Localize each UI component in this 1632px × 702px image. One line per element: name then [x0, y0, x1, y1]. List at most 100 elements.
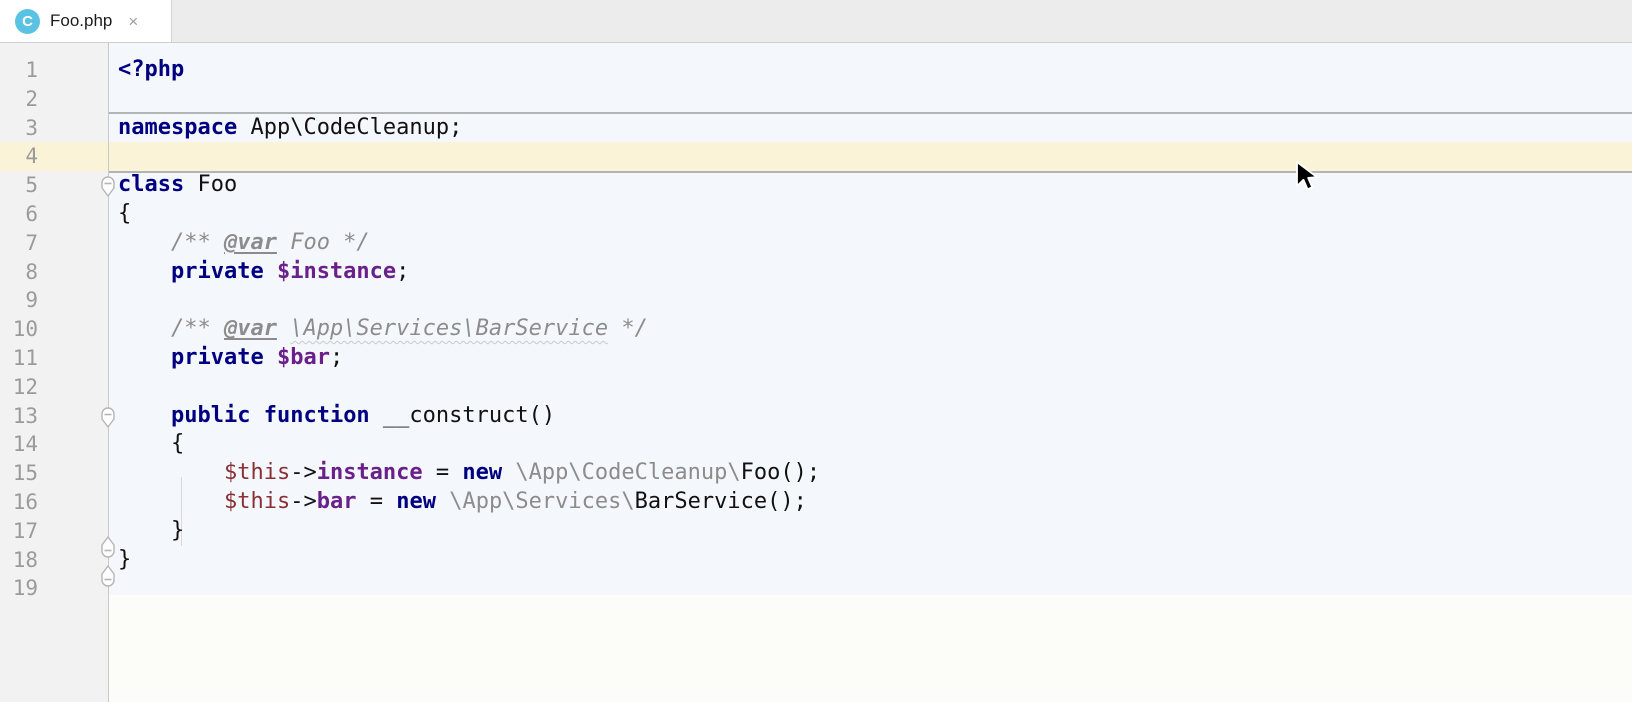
- line-number[interactable]: 7: [0, 229, 38, 258]
- code-token: [118, 259, 171, 284]
- mouse-cursor-icon: [1294, 160, 1320, 196]
- code-token: $this: [224, 489, 290, 514]
- code-token: [250, 403, 263, 428]
- code-line-13[interactable]: public function __construct(): [118, 402, 1632, 431]
- code-token: }: [118, 547, 131, 572]
- editor-tab-bar: C Foo.php ×: [0, 0, 1632, 43]
- line-number[interactable]: 19: [0, 574, 38, 603]
- code-line-5[interactable]: class Foo: [118, 171, 1632, 200]
- code-token: BarService();: [635, 489, 807, 514]
- line-number[interactable]: 12: [0, 373, 38, 402]
- code-token: <?php: [118, 57, 184, 82]
- line-number[interactable]: 2: [0, 85, 38, 114]
- line-number[interactable]: 1: [0, 56, 38, 85]
- code-token: [118, 345, 171, 370]
- code-token: new: [462, 460, 502, 485]
- code-token: class: [118, 172, 184, 197]
- line-number[interactable]: 13: [0, 402, 38, 431]
- code-token: $bar: [277, 345, 330, 370]
- code-token: public: [171, 403, 250, 428]
- gutter-separator-line: [108, 43, 109, 702]
- line-number[interactable]: 6: [0, 200, 38, 229]
- code-line-12[interactable]: [118, 373, 1632, 402]
- code-token: [264, 345, 277, 370]
- code-token: =: [356, 489, 396, 514]
- tab-foo-php[interactable]: C Foo.php ×: [0, 0, 172, 42]
- code-token: Foo: [184, 172, 237, 197]
- line-number[interactable]: 17: [0, 517, 38, 546]
- code-token: ->: [290, 460, 317, 485]
- code-line-19[interactable]: [118, 574, 1632, 603]
- code-token: bar: [317, 489, 357, 514]
- code-line-4[interactable]: [118, 142, 1632, 171]
- line-number[interactable]: 3: [0, 114, 38, 143]
- code-line-2[interactable]: [118, 85, 1632, 114]
- code-token: /**: [171, 316, 224, 341]
- fold-start-icon[interactable]: [98, 405, 118, 431]
- code-token: [118, 460, 224, 485]
- code-token: namespace: [118, 115, 237, 140]
- tab-close-icon[interactable]: ×: [128, 13, 138, 30]
- code-token: [264, 259, 277, 284]
- code-token: new: [396, 489, 436, 514]
- fold-end-icon[interactable]: [98, 563, 118, 589]
- code-line-6[interactable]: {: [118, 200, 1632, 229]
- line-number[interactable]: 5: [0, 171, 38, 200]
- code-token: __construct(): [370, 403, 555, 428]
- code-line-1[interactable]: <?php: [118, 56, 1632, 85]
- code-token: $this: [224, 460, 290, 485]
- code-text-area[interactable]: <?php namespace App\CodeCleanup; class F…: [118, 56, 1632, 603]
- code-token: [277, 316, 290, 341]
- code-line-14[interactable]: {: [118, 430, 1632, 459]
- code-token: private: [171, 345, 264, 370]
- code-editor[interactable]: 12345678910111213141516171819 <?php name…: [0, 43, 1632, 702]
- code-token: {: [118, 201, 131, 226]
- code-line-18[interactable]: }: [118, 546, 1632, 575]
- code-token: ;: [396, 259, 409, 284]
- code-token: $instance: [277, 259, 396, 284]
- line-number[interactable]: 10: [0, 315, 38, 344]
- line-number[interactable]: 8: [0, 258, 38, 287]
- code-line-11[interactable]: private $bar;: [118, 344, 1632, 373]
- code-token: [118, 403, 171, 428]
- fold-start-icon[interactable]: [98, 174, 118, 200]
- php-class-icon: C: [15, 9, 40, 34]
- code-token: =: [423, 460, 463, 485]
- line-number-column[interactable]: 12345678910111213141516171819: [0, 56, 38, 603]
- code-token: instance: [317, 460, 423, 485]
- line-number[interactable]: 16: [0, 488, 38, 517]
- line-number[interactable]: 15: [0, 459, 38, 488]
- code-token: [118, 316, 171, 341]
- line-number[interactable]: 18: [0, 546, 38, 575]
- line-number[interactable]: 4: [0, 142, 38, 171]
- code-line-9[interactable]: [118, 286, 1632, 315]
- code-token: Foo();: [741, 460, 820, 485]
- code-token: ;: [330, 345, 343, 370]
- line-number[interactable]: 9: [0, 286, 38, 315]
- code-token: private: [171, 259, 264, 284]
- line-number[interactable]: 14: [0, 430, 38, 459]
- code-line-7[interactable]: /** @var Foo */: [118, 229, 1632, 258]
- code-token: \App\Services\: [449, 489, 634, 514]
- fold-end-icon[interactable]: [98, 534, 118, 560]
- code-token: [118, 230, 171, 255]
- code-token: {: [118, 431, 184, 456]
- code-line-17[interactable]: }: [118, 517, 1632, 546]
- code-token: [436, 489, 449, 514]
- code-token: [118, 489, 224, 514]
- code-token: */: [608, 316, 648, 341]
- code-line-10[interactable]: /** @var \App\Services\BarService */: [118, 315, 1632, 344]
- ide-window: C Foo.php × 1234567891011121314151617181…: [0, 0, 1632, 702]
- code-token: @var: [224, 316, 277, 341]
- code-token: function: [264, 403, 370, 428]
- code-token: Foo */: [277, 230, 370, 255]
- line-number[interactable]: 11: [0, 344, 38, 373]
- code-line-15[interactable]: $this->instance = new \App\CodeCleanup\F…: [118, 459, 1632, 488]
- code-token: @var: [224, 230, 277, 255]
- code-line-16[interactable]: $this->bar = new \App\Services\BarServic…: [118, 488, 1632, 517]
- code-line-8[interactable]: private $instance;: [118, 258, 1632, 287]
- code-token: App\CodeCleanup;: [237, 115, 462, 140]
- code-token: ->: [290, 489, 317, 514]
- code-line-3[interactable]: namespace App\CodeCleanup;: [118, 114, 1632, 143]
- code-token: [502, 460, 515, 485]
